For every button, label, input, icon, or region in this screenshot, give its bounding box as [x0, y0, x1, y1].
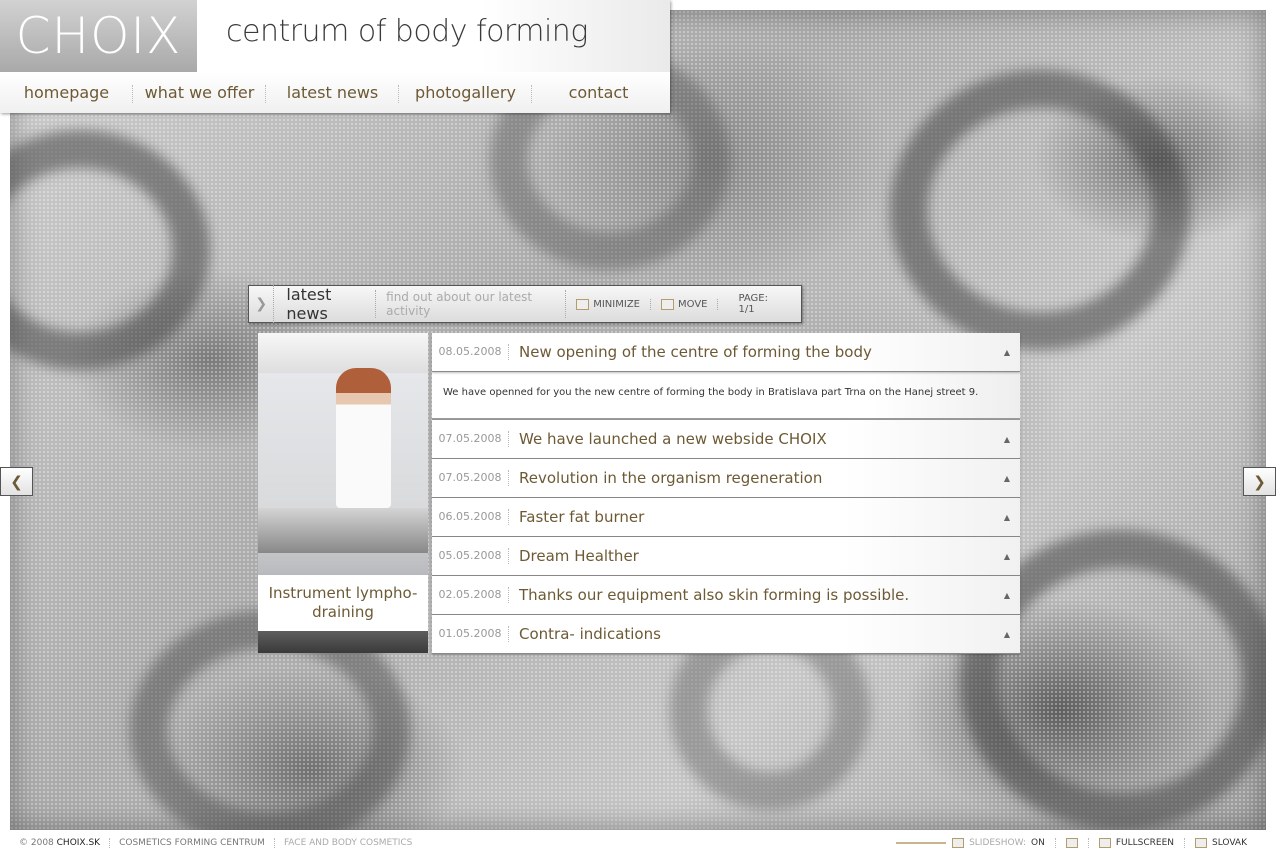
language-icon [1195, 837, 1208, 848]
site-footer: © 2008 CHOIX.SK COSMETICS FORMING CENTRU… [0, 830, 1276, 855]
nav-item-latest-news[interactable]: latest news [266, 83, 399, 103]
next-arrow-button[interactable]: ❯ [1243, 467, 1276, 496]
news-panel-toolbar: ❯ latest news find out about our latest … [248, 285, 802, 323]
news-item[interactable]: 05.05.2008 Dream Healther ▲ [432, 537, 1020, 576]
slideshow-slider[interactable] [896, 841, 947, 844]
nav-item-photogallery[interactable]: photogallery [399, 83, 532, 103]
news-title[interactable]: We have launched a new webside CHOIX [509, 430, 827, 448]
news-date: 06.05.2008 [432, 509, 509, 525]
slideshow-toggle[interactable]: SLIDESHOW: ON [952, 837, 1055, 848]
copyright-year: © 2008 [19, 837, 54, 848]
photo-equipment [258, 508, 428, 553]
sound-button[interactable] [1054, 837, 1088, 848]
news-photo: Instrument lympho-draining [258, 333, 428, 653]
chevron-right-icon: ❯ [255, 296, 268, 312]
move-label: MOVE [678, 298, 708, 310]
prev-arrow-button[interactable]: ❮ [0, 467, 33, 496]
news-date: 05.05.2008 [432, 548, 509, 564]
news-item[interactable]: 01.05.2008 Contra- indications ▲ [432, 615, 1020, 654]
news-date: 08.05.2008 [432, 344, 509, 360]
expand-icon[interactable]: ▲ [1004, 552, 1010, 561]
photo-person [336, 368, 391, 508]
news-item[interactable]: 08.05.2008 New opening of the centre of … [432, 333, 1020, 372]
news-item[interactable]: 07.05.2008 We have launched a new websid… [432, 420, 1020, 459]
panel-title: latest news [273, 285, 375, 323]
expand-icon[interactable]: ▲ [1004, 435, 1010, 444]
nav-item-what-we-offer[interactable]: what we offer [133, 83, 266, 103]
minimize-label: MINIMIZE [593, 298, 640, 310]
slideshow-label: SLIDESHOW: [969, 837, 1027, 848]
news-title[interactable]: Thanks our equipment also skin forming i… [509, 586, 909, 604]
chevron-left-icon: ❮ [10, 472, 23, 491]
slideshow-icon [952, 837, 965, 848]
site-tagline: centrum of body forming [226, 14, 588, 49]
news-title[interactable]: Dream Healther [509, 547, 639, 565]
site-header: CHOIX centrum of body forming homepage w… [0, 0, 670, 113]
news-title[interactable]: Revolution in the organism regeneration [509, 469, 822, 487]
fullscreen-icon [1098, 837, 1111, 848]
news-item[interactable]: 07.05.2008 Revolution in the organism re… [432, 459, 1020, 498]
news-title[interactable]: New opening of the centre of forming the… [509, 343, 872, 361]
photo-caption: Instrument lympho-draining [258, 575, 428, 631]
news-date: 07.05.2008 [432, 431, 509, 447]
news-date: 01.05.2008 [432, 626, 509, 642]
minimize-button[interactable]: MINIMIZE [566, 298, 651, 310]
news-title[interactable]: Faster fat burner [509, 508, 644, 526]
news-title[interactable]: Contra- indications [509, 625, 661, 643]
nav-item-contact[interactable]: contact [532, 83, 665, 102]
copyright: © 2008 CHOIX.SK [19, 837, 111, 848]
news-body: We have openned for you the new centre o… [432, 372, 1020, 420]
nav-item-homepage[interactable]: homepage [0, 83, 133, 103]
chevron-right-icon: ❯ [1253, 472, 1266, 491]
language-button[interactable]: SLOVAK [1184, 837, 1257, 848]
move-button[interactable]: MOVE [651, 298, 719, 310]
main-nav: homepage what we offer latest news photo… [0, 72, 670, 113]
news-item[interactable]: 06.05.2008 Faster fat burner ▲ [432, 498, 1020, 537]
footer-link-face-body[interactable]: FACE AND BODY COSMETICS [275, 838, 421, 848]
brand-link[interactable]: CHOIX.SK [57, 838, 100, 848]
expand-icon[interactable]: ▲ [1004, 348, 1010, 357]
slideshow-state: ON [1031, 837, 1045, 848]
expand-icon[interactable]: ▲ [1004, 591, 1010, 600]
sound-icon [1065, 837, 1078, 848]
page-indicator: PAGE: 1/1 [738, 293, 768, 315]
news-date: 02.05.2008 [432, 587, 509, 603]
panel-subtitle: find out about our latest activity [375, 290, 567, 318]
news-list: 08.05.2008 New opening of the centre of … [432, 333, 1020, 654]
news-item[interactable]: 02.05.2008 Thanks our equipment also ski… [432, 576, 1020, 615]
expand-icon[interactable]: ▲ [1004, 630, 1010, 639]
minimize-icon [576, 298, 590, 310]
language-label: SLOVAK [1212, 837, 1247, 848]
logo[interactable]: CHOIX [0, 0, 197, 72]
expand-icon[interactable]: ▲ [1004, 513, 1010, 522]
expand-icon[interactable]: ▲ [1004, 474, 1010, 483]
move-icon [661, 298, 674, 310]
news-date: 07.05.2008 [432, 470, 509, 486]
fullscreen-label: FULLSCREEN [1115, 837, 1175, 848]
photo-cabinet [258, 333, 428, 373]
footer-link-cosmetics[interactable]: COSMETICS FORMING CENTRUM [110, 837, 275, 848]
fullscreen-button[interactable]: FULLSCREEN [1087, 837, 1184, 848]
